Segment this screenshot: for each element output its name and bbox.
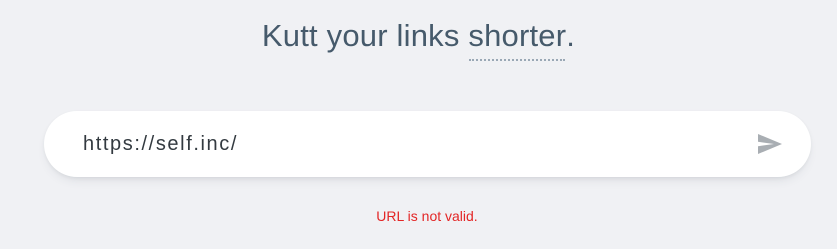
- send-icon: [758, 134, 782, 154]
- headline: Kutt your links shorter.: [0, 18, 837, 61]
- submit-button[interactable]: [755, 130, 785, 158]
- headline-accent-word: shorter: [468, 18, 567, 61]
- error-message: URL is not valid.: [376, 208, 478, 224]
- headline-prefix: Kutt your links: [261, 18, 469, 53]
- headline-suffix: .: [566, 18, 576, 53]
- url-input[interactable]: [83, 111, 723, 177]
- shorten-form: [44, 111, 811, 177]
